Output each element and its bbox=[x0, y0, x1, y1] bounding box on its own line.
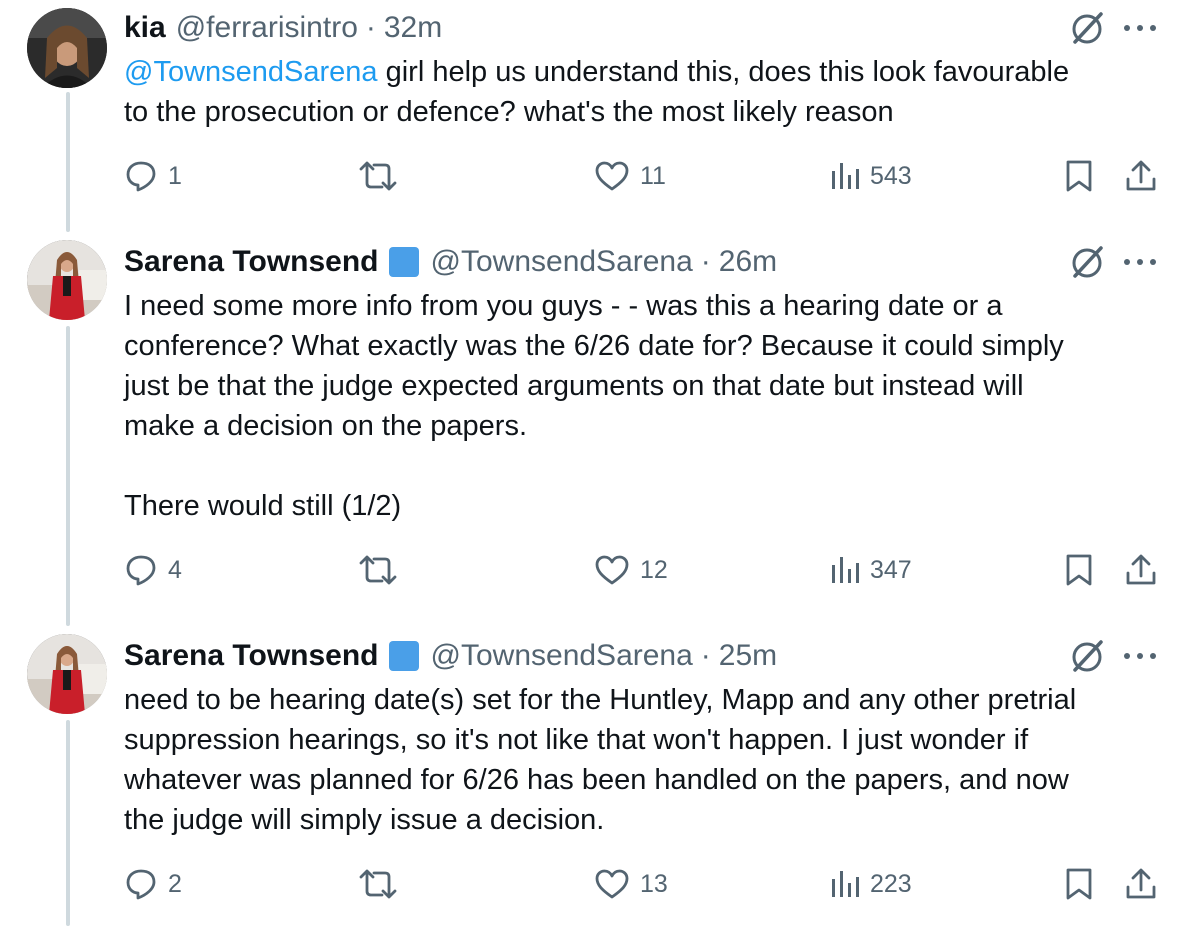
more-icon[interactable] bbox=[1124, 22, 1160, 34]
bookmark-button[interactable] bbox=[1064, 156, 1094, 196]
like-button[interactable]: 13 bbox=[594, 864, 668, 904]
reply-icon bbox=[126, 555, 156, 586]
like-icon bbox=[595, 161, 629, 191]
bookmark-button[interactable] bbox=[1064, 864, 1094, 904]
tweet-text: @TownsendSarena girl help us understand … bbox=[124, 52, 1154, 132]
like-icon bbox=[595, 869, 629, 899]
reply-count: 1 bbox=[168, 161, 182, 190]
grok-icon[interactable] bbox=[1067, 636, 1107, 676]
user-handle[interactable]: @ferrarisintro bbox=[176, 11, 358, 45]
bookmark-icon bbox=[1066, 160, 1092, 192]
separator: · bbox=[700, 245, 711, 278]
reply-count: 2 bbox=[168, 869, 182, 898]
reply-icon bbox=[126, 869, 156, 900]
avatar[interactable] bbox=[27, 240, 107, 320]
views-button[interactable]: 543 bbox=[830, 156, 912, 196]
reply-count: 4 bbox=[168, 555, 182, 584]
share-button[interactable] bbox=[1124, 864, 1158, 904]
views-count: 347 bbox=[870, 555, 912, 584]
like-count: 12 bbox=[640, 555, 668, 584]
grok-icon[interactable] bbox=[1067, 8, 1107, 48]
share-button[interactable] bbox=[1124, 156, 1158, 196]
retweet-button[interactable] bbox=[358, 864, 408, 904]
like-button[interactable]: 12 bbox=[594, 550, 668, 590]
like-button[interactable]: 11 bbox=[594, 156, 666, 196]
retweet-icon bbox=[359, 161, 397, 191]
timestamp[interactable]: 25m bbox=[719, 639, 777, 673]
bookmark-icon bbox=[1066, 554, 1092, 586]
tweet-header: Sarena Townsend @TownsendSarena · 26m bbox=[124, 240, 777, 284]
tweet-text: I need some more info from you guys - - … bbox=[124, 290, 1064, 522]
retweet-button[interactable] bbox=[358, 550, 408, 590]
verified-badge-icon bbox=[388, 641, 419, 671]
tweet-header: kia @ferrarisintro · 32m bbox=[124, 6, 442, 50]
share-icon bbox=[1126, 868, 1156, 899]
user-handle[interactable]: @TownsendSarena bbox=[431, 639, 693, 673]
retweet-icon bbox=[359, 869, 397, 899]
views-icon bbox=[832, 557, 859, 583]
share-icon bbox=[1126, 160, 1156, 191]
display-name[interactable]: Sarena Townsend bbox=[124, 245, 379, 279]
like-count: 11 bbox=[640, 161, 666, 190]
timestamp[interactable]: 26m bbox=[719, 245, 777, 279]
bookmark-button[interactable] bbox=[1064, 550, 1094, 590]
display-name[interactable]: kia bbox=[124, 11, 166, 45]
views-icon bbox=[832, 163, 859, 189]
avatar[interactable] bbox=[27, 634, 107, 714]
display-name[interactable]: Sarena Townsend bbox=[124, 639, 379, 673]
more-icon[interactable] bbox=[1124, 256, 1160, 268]
user-handle[interactable]: @TownsendSarena bbox=[431, 245, 693, 279]
views-count: 543 bbox=[870, 161, 912, 190]
verified-badge-icon bbox=[388, 247, 419, 277]
reply-button[interactable]: 2 bbox=[124, 864, 182, 904]
action-bar: 1 11 543 bbox=[0, 156, 1186, 196]
tweet-text: need to be hearing date(s) set for the H… bbox=[124, 684, 1077, 836]
action-bar: 2 13 223 bbox=[0, 864, 1186, 904]
action-bar: 4 12 347 bbox=[0, 550, 1186, 590]
reply-icon bbox=[126, 161, 156, 192]
grok-icon[interactable] bbox=[1067, 242, 1107, 282]
views-count: 223 bbox=[870, 869, 912, 898]
timestamp[interactable]: 32m bbox=[384, 11, 442, 45]
views-button[interactable]: 347 bbox=[830, 550, 912, 590]
reply-button[interactable]: 1 bbox=[124, 156, 182, 196]
share-icon bbox=[1126, 554, 1156, 585]
share-button[interactable] bbox=[1124, 550, 1158, 590]
like-icon bbox=[595, 555, 629, 585]
retweet-icon bbox=[359, 555, 397, 585]
retweet-button[interactable] bbox=[358, 156, 408, 196]
more-icon[interactable] bbox=[1124, 650, 1160, 662]
separator: · bbox=[700, 639, 711, 672]
tweet-header: Sarena Townsend @TownsendSarena · 25m bbox=[124, 634, 777, 678]
like-count: 13 bbox=[640, 869, 668, 898]
mention-link[interactable]: @TownsendSarena bbox=[124, 56, 378, 88]
bookmark-icon bbox=[1066, 868, 1092, 900]
separator: · bbox=[365, 11, 376, 44]
views-button[interactable]: 223 bbox=[830, 864, 912, 904]
views-icon bbox=[832, 871, 859, 897]
reply-button[interactable]: 4 bbox=[124, 550, 182, 590]
avatar[interactable] bbox=[27, 8, 107, 88]
